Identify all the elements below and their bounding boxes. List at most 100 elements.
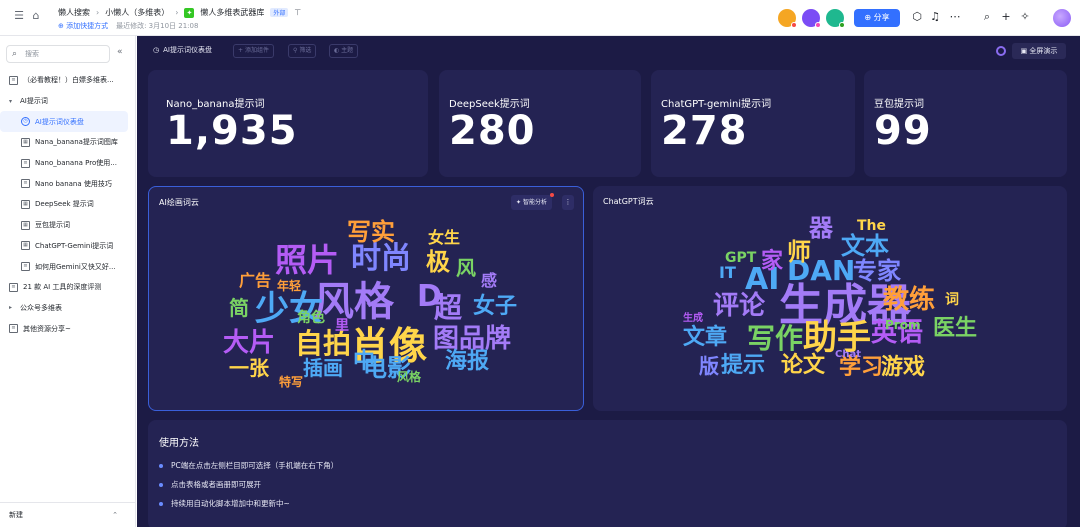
table-icon: ▦	[21, 199, 30, 209]
stat-card[interactable]: Nano_banana提示词 1,935	[148, 70, 428, 177]
sidebar-item-label: （必看教程！）白嫖多维表...	[23, 76, 114, 85]
pin-icon[interactable]: ⊤	[294, 8, 301, 17]
sidebar-item-gemini-howto[interactable]: ≡ 如何用Gemini又快又好...	[0, 256, 136, 277]
ai-wordcloud: 风格 D 少女 肖像 照片 时尚 写实极风女生超女子 自拍 大片 图品牌 海报 电影 插画 一张简中感广告…	[199, 215, 535, 405]
usage-list: PC端在点击左侧栏目即可选择（手机端在右下角） 点击表格或者画册即可展开 持续用…	[159, 456, 338, 513]
sidebar-item-ai-tools-review[interactable]: ≡ 21 款 AI 工具的深度评测	[0, 277, 136, 298]
home-icon[interactable]: ⌂	[29, 9, 43, 23]
wordcloud-word: 文章	[683, 325, 728, 350]
ai-sparkle-icon[interactable]: ✧	[1018, 10, 1032, 24]
sidebar-item-ai-prompts[interactable]: ▾ AI提示词	[0, 91, 136, 112]
sidebar: ⌕ 搜索 « ≡ （必看教程！）白嫖多维表... ▾ AI提示词 ◷ AI提示词仪表盘…	[0, 36, 136, 527]
stat-value: 280	[449, 108, 536, 154]
wordcloud-word: 时尚	[351, 241, 411, 276]
wordcloud-word: 海报	[445, 349, 490, 374]
wordcloud-word: 家	[761, 249, 784, 274]
theme-button[interactable]: ◐ 主题	[329, 44, 359, 58]
wordcloud-word: 照片	[275, 241, 340, 279]
filter-button[interactable]: ⚲ 筛选	[288, 44, 317, 58]
wordcloud-word: 论文	[781, 353, 826, 378]
chevron-down-icon: ▾	[9, 97, 13, 105]
plus-icon[interactable]: +	[999, 10, 1013, 24]
sidebar-item-label: Nano banana 使用技巧	[35, 179, 112, 188]
wordcloud-word: 学习	[839, 355, 884, 380]
search-icon[interactable]: ⌕	[980, 10, 994, 24]
stat-card[interactable]: ChatGPT-gemini提示词 278	[651, 70, 855, 177]
wordcloud-title: ChatGPT词云	[603, 197, 654, 206]
sidebar-item-label: ChatGPT-Gemini提示词	[35, 241, 114, 250]
chatgpt-wordcloud: 生成器 DAN 专家 AI 助手 写作 评论 教练 英语 文本师器家 IT GPT 文章 论文 提示 学习 游戏…	[673, 214, 993, 404]
add-shortcut-link[interactable]: ⊕ 添加快捷方式	[58, 21, 108, 31]
add-component-button[interactable]: + 添加组件	[233, 44, 274, 58]
bell-icon[interactable]: ♫	[928, 10, 942, 24]
sidebar-item-doubao[interactable]: ▦ 豆包提示词	[0, 215, 136, 236]
smart-analysis-label: 智能分析	[522, 199, 547, 206]
user-avatar[interactable]	[1053, 9, 1071, 27]
wordcloud-word: 词	[945, 292, 959, 308]
sidebar-item-label: 21 款 AI 工具的深度评测	[23, 283, 102, 292]
wordcloud-word: 风格	[314, 279, 394, 325]
usage-card: 使用方法 PC端在点击左侧栏目即可选择（手机端在右下角） 点击表格或者画册即可展…	[148, 420, 1067, 527]
more-icon[interactable]: ⋯	[948, 10, 962, 24]
add-shortcut-label: 添加快捷方式	[66, 22, 109, 30]
ai-wordcloud-card[interactable]: AI绘画词云 ✦ 智能分析 ⋮ 风格 D 少女 肖像 照片 时尚 写实极风女生超女子 自拍 大片…	[148, 186, 584, 411]
sidebar-item-chatgpt-gemini[interactable]: ▦ ChatGPT-Gemini提示词	[0, 236, 136, 257]
dashboard-toolbar: ◷ AI提示词仪表盘 + 添加组件 ⚲ 筛选 ◐ 主题 ▣ 全屏演示	[137, 36, 1080, 66]
chevron-right-icon: ›	[175, 8, 179, 17]
avatar[interactable]	[778, 9, 797, 28]
wordcloud-word: 教练	[883, 285, 936, 315]
wordcloud-word: 提示	[721, 353, 766, 378]
sidebar-item-label: AI提示词仪表盘	[35, 117, 84, 126]
wordcloud-word: 女子	[473, 294, 518, 319]
search-input[interactable]: ⌕ 搜索	[6, 45, 110, 63]
usage-title: 使用方法	[159, 438, 199, 449]
chevron-up-icon[interactable]: ⌃	[112, 503, 118, 527]
menu-icon[interactable]: ☰	[12, 9, 26, 23]
doc-icon: ≡	[9, 324, 18, 334]
more-options-icon[interactable]: ⋮	[562, 195, 574, 210]
stat-card[interactable]: 豆包提示词 99	[864, 70, 1067, 177]
sidebar-item-dashboard[interactable]: ◷ AI提示词仪表盘	[0, 111, 128, 133]
new-label: 新建	[9, 511, 23, 519]
avatar[interactable]	[826, 9, 845, 28]
wordcloud-word: 生成	[683, 313, 703, 324]
sidebar-item-nano-pro[interactable]: ≡ Nano_banana Pro使用...	[0, 153, 136, 174]
wordcloud-word: 中	[353, 349, 376, 374]
wordcloud-word: 大片	[223, 328, 276, 358]
share-button[interactable]: ⊕ 分享	[854, 9, 900, 27]
wordcloud-word: 器	[809, 214, 833, 242]
last-modified: 最近修改: 3月10日 21:08	[116, 22, 199, 30]
wordcloud-word: 极	[426, 248, 450, 276]
wordcloud-word: 简	[229, 296, 249, 320]
sidebar-item-tutorial[interactable]: ≡ （必看教程！）白嫖多维表...	[0, 70, 136, 91]
search-icon: ⌕	[12, 49, 18, 59]
breadcrumb-item[interactable]: 小懒人（多维表）	[105, 7, 169, 18]
new-button[interactable]: 新建 ⌃	[0, 502, 136, 527]
wordcloud-word: 感	[481, 271, 498, 290]
sidebar-item-nano-tips[interactable]: ≡ Nano banana 使用技巧	[0, 173, 136, 194]
smart-analysis-button[interactable]: ✦ 智能分析	[511, 193, 554, 210]
breadcrumb-item[interactable]: 懒人搜索	[58, 7, 90, 18]
wordcloud-word: 版	[699, 354, 719, 378]
fullscreen-present-button[interactable]: ▣ 全屏演示	[1012, 43, 1066, 59]
sidebar-item-deepseek[interactable]: ▦ DeepSeek 提示词	[0, 194, 136, 215]
share-label: 分享	[873, 13, 890, 22]
sidebar-item-wechat[interactable]: ▸ 公众号多维表	[0, 298, 136, 319]
stat-card[interactable]: DeepSeek提示词 280	[439, 70, 641, 177]
doc-meta: ⊕ 添加快捷方式 最近修改: 3月10日 21:08	[58, 21, 198, 31]
dashboard: ◷ AI提示词仪表盘 + 添加组件 ⚲ 筛选 ◐ 主题 ▣ 全屏演示 Nano_b…	[137, 36, 1080, 527]
doc-icon: ≡	[21, 158, 30, 168]
wordcloud-word: 插画	[303, 356, 343, 380]
collapse-sidebar-icon[interactable]: «	[117, 47, 123, 57]
wordcloud-word: 专家	[853, 257, 901, 285]
plugin-icon[interactable]: ⬡	[910, 10, 924, 24]
filter-label: 筛选	[299, 47, 312, 54]
ai-ring-icon[interactable]	[996, 46, 1006, 56]
add-component-label: 添加组件	[244, 47, 269, 54]
wordcloud-word: IT	[719, 263, 736, 282]
wordcloud-word: 医生	[933, 316, 978, 341]
chatgpt-wordcloud-card[interactable]: ChatGPT词云 生成器 DAN 专家 AI 助手 写作 评论 教练 英语 文本师器家 IT GPT…	[593, 186, 1067, 411]
avatar[interactable]	[802, 9, 821, 28]
sidebar-item-other[interactable]: ≡ 其他资源分享~	[0, 318, 136, 339]
sidebar-item-nana-gallery[interactable]: ▦ Nana_banana提示词图库	[0, 132, 136, 153]
